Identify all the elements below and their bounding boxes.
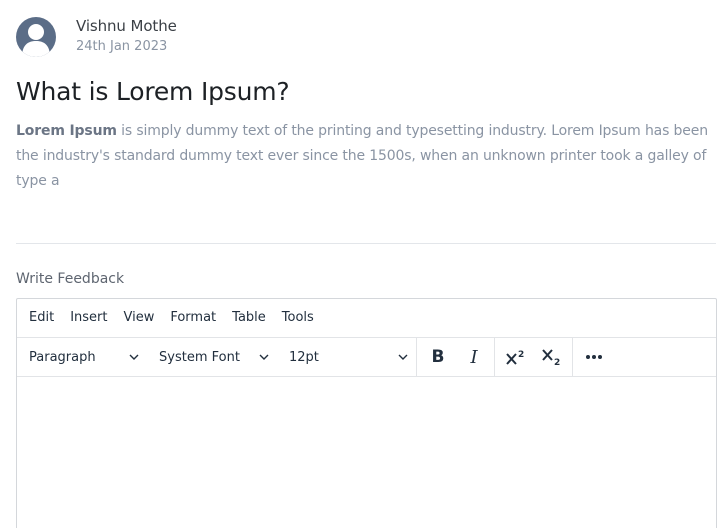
- post-body-bold: Lorem Ipsum: [16, 123, 117, 139]
- menu-tools[interactable]: Tools: [274, 299, 322, 337]
- font-family-select[interactable]: System Font: [147, 338, 277, 376]
- superscript-button[interactable]: 2: [499, 340, 533, 374]
- editor-toolbar: Paragraph System Font 12pt B I 2 2: [17, 338, 716, 377]
- format-select-group: Paragraph System Font 12pt: [17, 338, 417, 376]
- bold-button[interactable]: B: [421, 340, 455, 374]
- subscript-button[interactable]: 2: [535, 340, 569, 374]
- chevron-down-icon: [129, 354, 139, 360]
- chevron-down-icon: [398, 354, 408, 360]
- editor-content-area[interactable]: [17, 377, 716, 528]
- chevron-down-icon: [259, 354, 269, 360]
- menu-format[interactable]: Format: [162, 299, 224, 337]
- superscript-icon: 2: [506, 350, 524, 365]
- menu-insert[interactable]: Insert: [62, 299, 115, 337]
- editor-menubar: Edit Insert View Format Table Tools: [17, 299, 716, 338]
- author-name: Vishnu Mothe: [76, 17, 177, 35]
- block-format-select[interactable]: Paragraph: [17, 338, 147, 376]
- font-family-value: System Font: [159, 349, 240, 365]
- svg-text:2: 2: [554, 358, 560, 366]
- block-format-value: Paragraph: [29, 349, 96, 365]
- menu-view[interactable]: View: [115, 299, 162, 337]
- italic-button[interactable]: I: [457, 340, 491, 374]
- script-group: 2 2: [495, 338, 573, 376]
- svg-text:2: 2: [518, 350, 524, 360]
- post-author: Vishnu Mothe 24th Jan 2023: [16, 17, 177, 57]
- subscript-icon: 2: [542, 349, 560, 366]
- rich-text-editor: Edit Insert View Format Table Tools Para…: [16, 298, 717, 528]
- font-size-value: 12pt: [289, 349, 319, 365]
- divider: [16, 243, 716, 244]
- post-title: What is Lorem Ipsum?: [16, 77, 290, 106]
- more-horizontal-icon: [586, 355, 602, 359]
- text-style-group: B I: [417, 338, 495, 376]
- post-body-text: is simply dummy text of the printing and…: [16, 123, 708, 189]
- post-body: Lorem Ipsum is simply dummy text of the …: [16, 119, 716, 194]
- author-meta: Vishnu Mothe 24th Jan 2023: [76, 16, 177, 56]
- more-group: [573, 338, 614, 376]
- font-size-select[interactable]: 12pt: [277, 338, 416, 376]
- menu-table[interactable]: Table: [224, 299, 274, 337]
- user-avatar-icon[interactable]: [16, 17, 56, 57]
- feedback-label: Write Feedback: [16, 271, 125, 287]
- more-button[interactable]: [577, 340, 611, 374]
- post-date: 24th Jan 2023: [76, 39, 168, 54]
- menu-edit[interactable]: Edit: [21, 299, 62, 337]
